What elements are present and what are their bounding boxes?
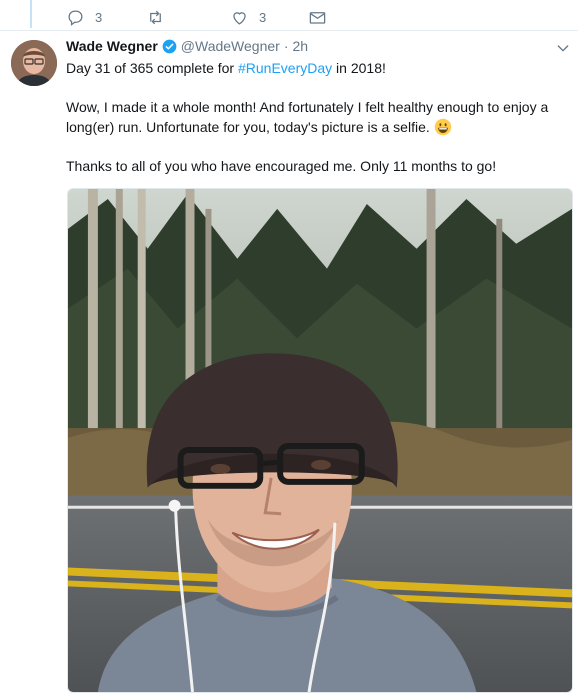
message-icon	[309, 11, 326, 24]
like-button[interactable]: 3	[230, 8, 266, 27]
hashtag-link[interactable]: #RunEveryDay	[238, 60, 332, 76]
reply-button[interactable]: 3	[66, 8, 102, 27]
tweet-text: Day 31 of 365 complete for #RunEveryDay …	[66, 58, 566, 176]
grinning-emoji-icon	[434, 118, 451, 136]
tweet-divider	[0, 30, 578, 31]
like-count: 3	[259, 9, 267, 25]
like-icon	[233, 11, 246, 25]
retweet-icon	[150, 10, 161, 24]
direct-message-button[interactable]	[308, 8, 327, 27]
reply-count: 3	[95, 9, 103, 25]
reply-icon	[68, 10, 83, 26]
tweet-line-1: Day 31 of 365 complete for #RunEveryDay …	[66, 60, 386, 76]
selfie-photo-illustration	[68, 189, 572, 692]
tweet-timestamp[interactable]: 2h	[293, 38, 309, 54]
author-name[interactable]: Wade Wegner	[66, 38, 158, 54]
verified-badge-icon	[162, 39, 177, 53]
retweet-button[interactable]	[146, 8, 165, 27]
separator-dot: ·	[283, 38, 289, 54]
tweet-paragraph-3: Thanks to all of you who have encouraged…	[66, 158, 497, 174]
avatar-image	[11, 40, 57, 86]
thread-connector-line	[30, 0, 32, 28]
tweet-photo[interactable]	[67, 188, 573, 693]
author-handle[interactable]: @WadeWegner	[181, 38, 280, 54]
tweet-paragraph-2: Wow, I made it a whole month! And fortun…	[66, 99, 549, 136]
chevron-down-icon[interactable]	[555, 40, 571, 56]
tweet-header: Wade Wegner @WadeWegner · 2h	[66, 36, 308, 56]
avatar[interactable]	[11, 40, 57, 86]
